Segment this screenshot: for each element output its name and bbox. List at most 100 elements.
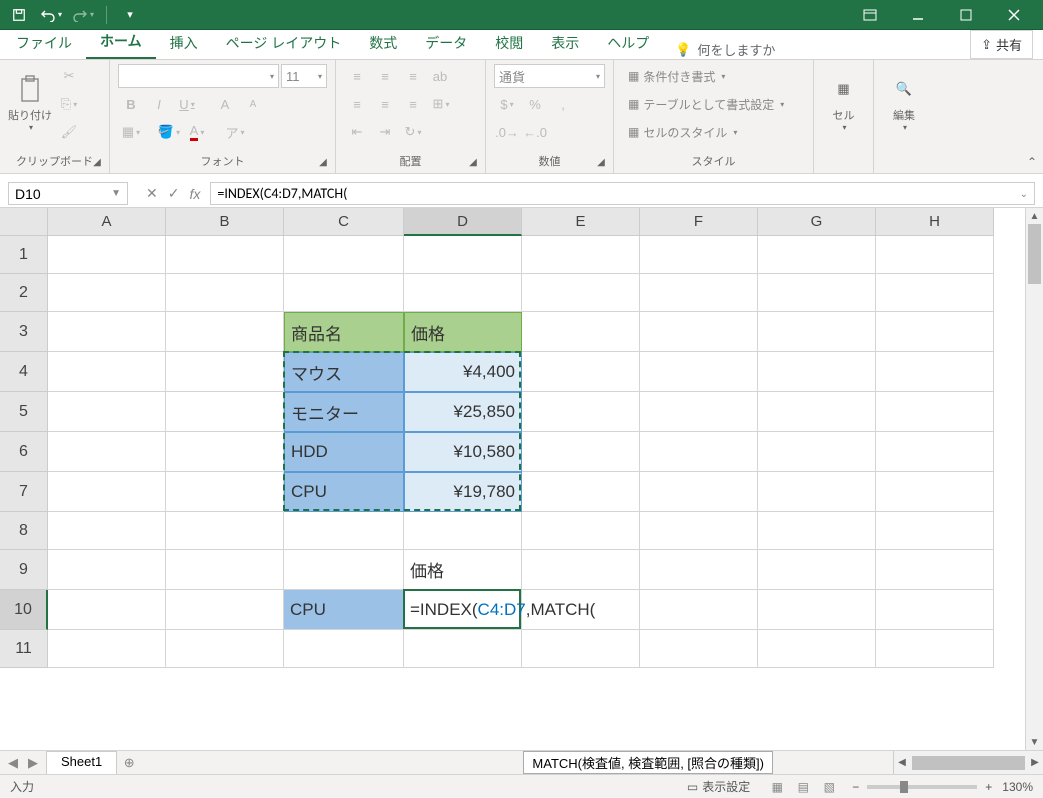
cell-C2[interactable] [284, 274, 404, 312]
cell-A5[interactable] [48, 392, 166, 432]
spreadsheet-grid[interactable]: ABCDEFGH 1234567891011 商品名価格マウス¥4,400モニタ… [0, 208, 1025, 750]
cell-G7[interactable] [758, 472, 876, 512]
cells-button[interactable]: ▦ セル ▾ [822, 64, 865, 142]
row-header-5[interactable]: 5 [0, 392, 48, 432]
cell-C5[interactable]: モニター [284, 392, 404, 432]
cell-B3[interactable] [166, 312, 284, 352]
cell-B7[interactable] [166, 472, 284, 512]
align-top-button[interactable]: ≡ [344, 64, 370, 88]
cell-E8[interactable] [522, 512, 640, 550]
row-header-7[interactable]: 7 [0, 472, 48, 512]
cell-D2[interactable] [404, 274, 522, 312]
namebox-dropdown-icon[interactable]: ▼ [111, 188, 121, 199]
cell-A1[interactable] [48, 236, 166, 274]
cell-F10[interactable] [640, 590, 758, 630]
cell-H11[interactable] [876, 630, 994, 668]
cell-E1[interactable] [522, 236, 640, 274]
align-right-button[interactable]: ≡ [400, 92, 426, 116]
row-header-11[interactable]: 11 [0, 630, 48, 668]
scroll-up-button[interactable]: ▲ [1026, 208, 1043, 224]
cell-B5[interactable] [166, 392, 284, 432]
undo-button[interactable]: ▾ [38, 2, 64, 28]
cell-F5[interactable] [640, 392, 758, 432]
cell-A10[interactable] [48, 590, 166, 630]
tab-help[interactable]: ヘルプ [593, 27, 663, 59]
decrease-font-button[interactable]: A [240, 92, 266, 116]
cell-F9[interactable] [640, 550, 758, 590]
cell-H9[interactable] [876, 550, 994, 590]
col-header-C[interactable]: C [284, 208, 404, 236]
col-header-D[interactable]: D [404, 208, 522, 236]
normal-view-button[interactable]: ▦ [764, 777, 790, 797]
zoom-in-button[interactable]: + [985, 780, 992, 794]
cell-H4[interactable] [876, 352, 994, 392]
cell-styles-button[interactable]: ▦セルのスタイル▾ [622, 120, 790, 144]
page-layout-view-button[interactable]: ▤ [790, 777, 816, 797]
cell-F6[interactable] [640, 432, 758, 472]
cell-D9[interactable]: 価格 [404, 550, 522, 590]
cell-C1[interactable] [284, 236, 404, 274]
tab-data[interactable]: データ [411, 27, 481, 59]
cut-button[interactable]: ✂ [56, 64, 82, 88]
cell-G3[interactable] [758, 312, 876, 352]
cell-E6[interactable] [522, 432, 640, 472]
cell-F2[interactable] [640, 274, 758, 312]
cell-A11[interactable] [48, 630, 166, 668]
tab-formulas[interactable]: 数式 [355, 27, 411, 59]
sheet-prev-button[interactable]: ◀ [8, 755, 18, 771]
cell-G10[interactable] [758, 590, 876, 630]
tab-home[interactable]: ホーム [86, 25, 156, 59]
orientation-button[interactable]: ↻▾ [400, 120, 426, 144]
cell-A8[interactable] [48, 512, 166, 550]
cell-A9[interactable] [48, 550, 166, 590]
zoom-slider[interactable] [867, 785, 977, 789]
format-painter-button[interactable]: 🖌 [56, 120, 82, 144]
save-button[interactable] [6, 2, 32, 28]
paste-button[interactable]: 貼り付け ▾ [8, 64, 52, 142]
collapse-ribbon-button[interactable]: ⌃ [1027, 155, 1037, 169]
cell-B4[interactable] [166, 352, 284, 392]
tab-pagelayout[interactable]: ページ レイアウト [212, 27, 356, 59]
maximize-button[interactable] [943, 1, 989, 29]
cell-H7[interactable] [876, 472, 994, 512]
cell-D3[interactable]: 価格 [404, 312, 522, 352]
cell-H1[interactable] [876, 236, 994, 274]
add-sheet-button[interactable]: ⊕ [117, 751, 141, 774]
col-header-H[interactable]: H [876, 208, 994, 236]
cell-B2[interactable] [166, 274, 284, 312]
expand-formula-bar-button[interactable]: ⌄ [1020, 187, 1028, 200]
formula-input[interactable]: =INDEX(C4:D7,MATCH( ⌄ [210, 182, 1035, 205]
row-header-6[interactable]: 6 [0, 432, 48, 472]
wrap-text-button[interactable]: ab [428, 64, 454, 88]
bold-button[interactable]: B [118, 92, 144, 116]
col-header-A[interactable]: A [48, 208, 166, 236]
underline-button[interactable]: U▾ [174, 92, 200, 116]
scroll-left-button[interactable]: ◀ [894, 757, 910, 768]
cell-B9[interactable] [166, 550, 284, 590]
cell-E4[interactable] [522, 352, 640, 392]
redo-button[interactable]: ▾ [70, 2, 96, 28]
align-left-button[interactable]: ≡ [344, 92, 370, 116]
merge-button[interactable]: ⊞▾ [428, 92, 454, 116]
row-header-1[interactable]: 1 [0, 236, 48, 274]
tab-file[interactable]: ファイル [2, 27, 86, 59]
editing-button[interactable]: 🔍 編集 ▾ [882, 64, 926, 142]
cell-D1[interactable] [404, 236, 522, 274]
cell-F7[interactable] [640, 472, 758, 512]
cell-E7[interactable] [522, 472, 640, 512]
align-bottom-button[interactable]: ≡ [400, 64, 426, 88]
minimize-button[interactable] [895, 1, 941, 29]
cell-D11[interactable] [404, 630, 522, 668]
name-box[interactable]: D10 ▼ [8, 182, 128, 205]
col-header-F[interactable]: F [640, 208, 758, 236]
cell-B10[interactable] [166, 590, 284, 630]
cell-B8[interactable] [166, 512, 284, 550]
tab-review[interactable]: 校閲 [481, 27, 537, 59]
row-header-10[interactable]: 10 [0, 590, 48, 630]
cell-C10[interactable]: CPU [284, 590, 404, 630]
increase-font-button[interactable]: A [212, 92, 238, 116]
select-all-corner[interactable] [0, 208, 48, 236]
cell-G8[interactable] [758, 512, 876, 550]
row-header-2[interactable]: 2 [0, 274, 48, 312]
conditional-format-button[interactable]: ▦条件付き書式▾ [622, 64, 790, 88]
